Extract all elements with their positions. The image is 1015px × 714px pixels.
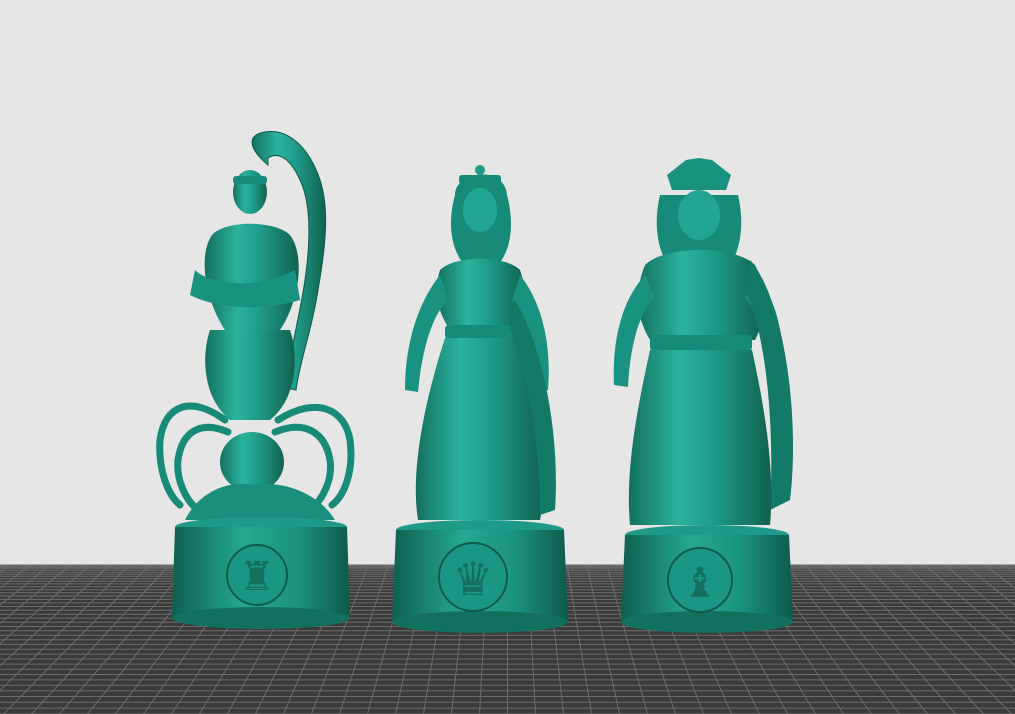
- belt: [650, 335, 752, 351]
- bishop-symbol: ♝: [681, 558, 719, 607]
- headband: [233, 176, 267, 184]
- robe: [628, 350, 772, 525]
- model-pharaoh-bishop[interactable]: ♝: [613, 158, 794, 633]
- torso: [436, 258, 525, 330]
- 3d-viewport[interactable]: ♜ ♛ ♝: [0, 0, 1015, 714]
- crown: [667, 158, 731, 190]
- scorpion-abdomen: [220, 432, 284, 492]
- model-warrior-queen[interactable]: ♛: [392, 165, 568, 633]
- head: [678, 190, 720, 240]
- model-scorpion-warrior-rook[interactable]: ♜: [156, 131, 355, 629]
- torso: [638, 250, 765, 340]
- belt: [445, 325, 517, 339]
- rubble: [185, 483, 335, 520]
- rook-symbol: ♜: [239, 554, 275, 600]
- scene-canvas[interactable]: ♜ ♛ ♝: [0, 0, 1015, 714]
- queen-symbol: ♛: [452, 552, 493, 606]
- scale-body: [205, 330, 295, 420]
- tiara: [459, 175, 501, 184]
